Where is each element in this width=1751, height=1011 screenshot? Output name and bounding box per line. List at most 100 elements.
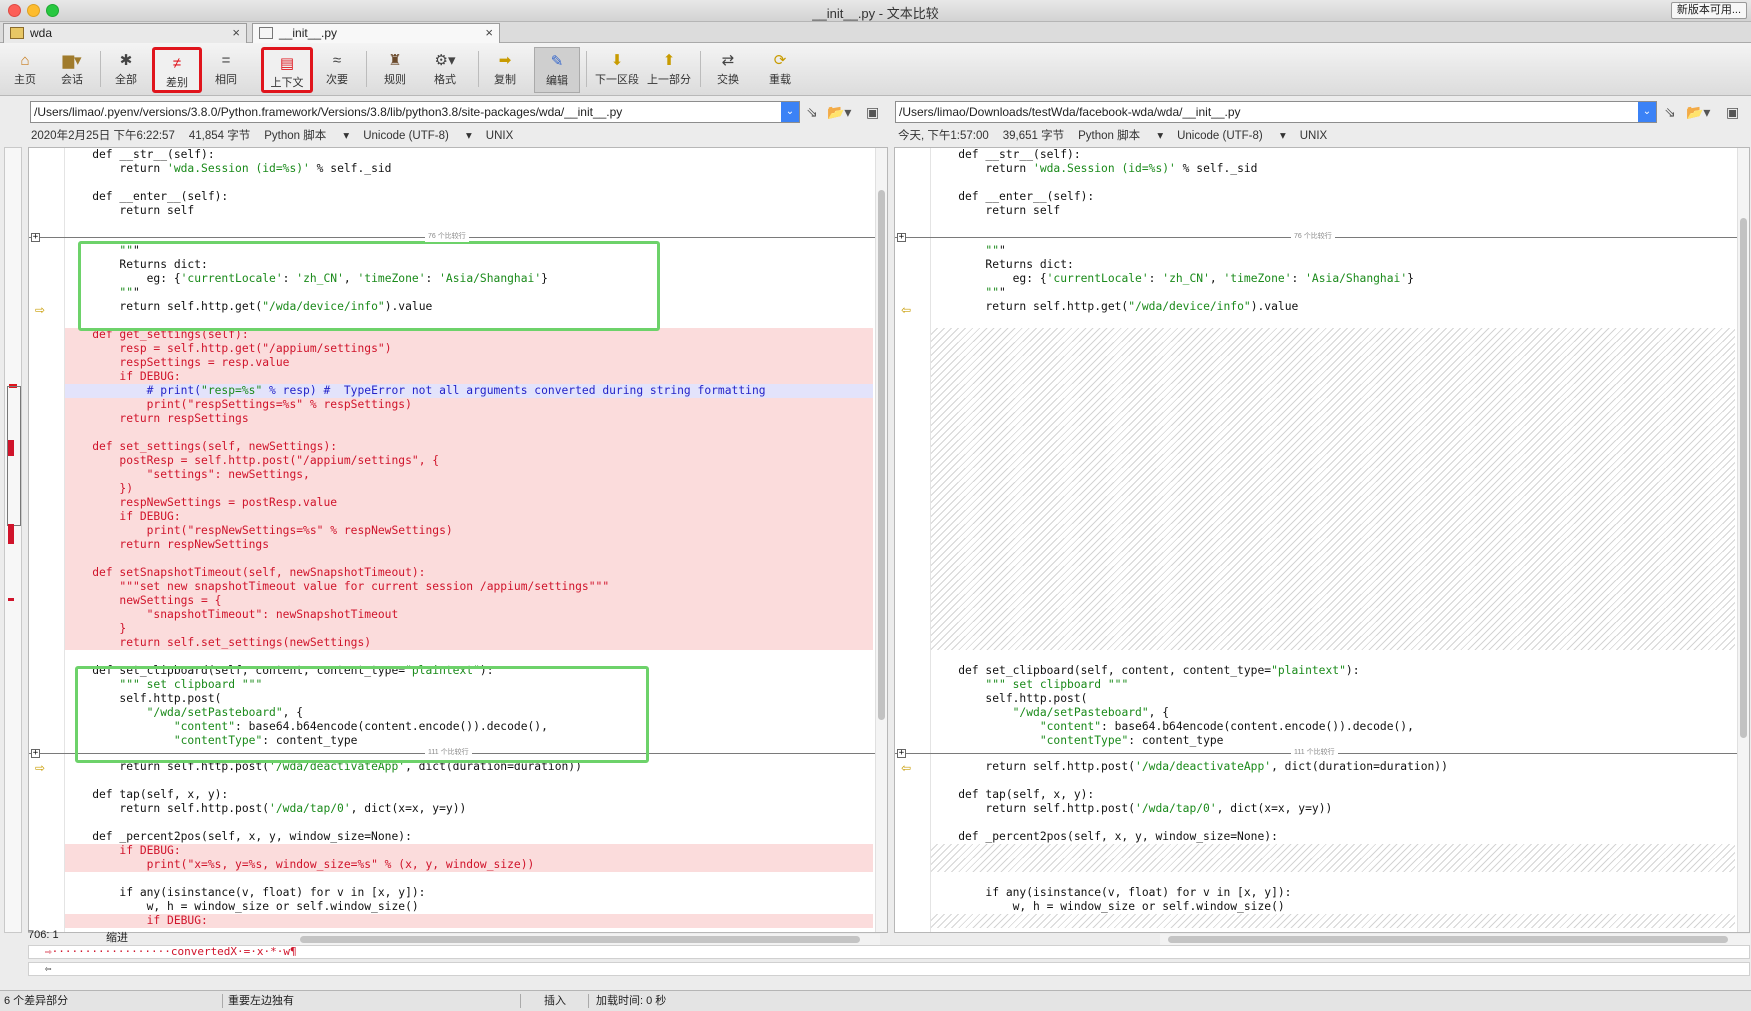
fold-separator[interactable]: +76 个比较行 — [895, 232, 1749, 244]
code-line[interactable]: """ set clipboard """ — [931, 678, 1735, 692]
copy-right-arrow-icon[interactable]: ⇨ — [33, 762, 47, 774]
code-line[interactable]: if DEBUG: — [65, 370, 873, 384]
code-line[interactable] — [931, 454, 1735, 468]
code-line[interactable]: # print("resp=%s" % resp) # TypeError no… — [65, 384, 873, 398]
code-line[interactable] — [931, 398, 1735, 412]
history-icon[interactable]: ⇘ — [806, 104, 818, 121]
code-line[interactable]: newSettings = { — [65, 594, 873, 608]
code-line[interactable] — [931, 218, 1735, 232]
format-button[interactable]: ⚙▾ 格式 — [420, 47, 470, 93]
copy-button[interactable]: ➡ 复制 — [486, 47, 524, 93]
left-horizontal-scrollbar[interactable] — [300, 934, 880, 945]
code-line[interactable] — [931, 440, 1735, 454]
code-line[interactable]: resp = self.http.get("/appium/settings") — [65, 342, 873, 356]
code-line[interactable]: respNewSettings = postResp.value — [65, 496, 873, 510]
language-select[interactable]: Python 脚本 ▾ — [264, 130, 349, 142]
code-line[interactable]: print("respNewSettings=%s" % respNewSett… — [65, 524, 873, 538]
code-line[interactable]: def __str__(self): — [65, 148, 873, 162]
code-line[interactable]: } — [65, 622, 873, 636]
left-path-field[interactable]: /Users/limao/.pyenv/versions/3.8.0/Pytho… — [30, 101, 800, 123]
open-folder-icon[interactable]: 📂▾ — [827, 104, 851, 121]
code-line[interactable] — [931, 356, 1735, 370]
code-line[interactable]: return self.http.post('/wda/deactivateAp… — [931, 760, 1735, 774]
all-button[interactable]: ✱ 全部 — [108, 47, 144, 93]
diff-overview-map[interactable] — [4, 147, 22, 933]
close-icon[interactable]: × — [232, 24, 240, 42]
close-icon[interactable]: × — [485, 24, 493, 42]
encoding-select[interactable]: Unicode (UTF-8) ▾ — [1177, 130, 1286, 142]
code-line[interactable]: eg: {'currentLocale': 'zh_CN', 'timeZone… — [931, 272, 1735, 286]
save-icon[interactable]: ▣ — [866, 104, 879, 121]
code-line[interactable] — [931, 872, 1735, 886]
code-line[interactable] — [931, 468, 1735, 482]
code-line[interactable]: def tap(self, x, y): — [65, 788, 873, 802]
right-horizontal-scrollbar[interactable] — [1160, 934, 1750, 945]
code-line[interactable] — [931, 370, 1735, 384]
indent-mode[interactable]: 缩进 — [106, 929, 128, 945]
code-line[interactable]: return self — [65, 204, 873, 218]
tab-wda[interactable]: wda × — [3, 23, 247, 43]
language-select[interactable]: Python 脚本 ▾ — [1078, 130, 1163, 142]
scroll-thumb[interactable] — [300, 936, 860, 943]
code-line[interactable]: }) — [65, 482, 873, 496]
code-line[interactable]: if any(isinstance(v, float) for v in [x,… — [65, 886, 873, 900]
code-line[interactable]: print("x=%s, y=%s, window_size=%s" % (x,… — [65, 858, 873, 872]
code-line[interactable]: def __enter__(self): — [65, 190, 873, 204]
merge-line-left[interactable]: ⇨··················convertedX·=·x·*·w¶ — [28, 945, 1750, 959]
code-line[interactable] — [931, 384, 1735, 398]
code-line[interactable]: if DEBUG: — [65, 844, 873, 858]
save-icon[interactable]: ▣ — [1726, 104, 1739, 121]
code-line[interactable]: if any(isinstance(v, float) for v in [x,… — [931, 886, 1735, 900]
code-line[interactable] — [931, 844, 1735, 858]
code-line[interactable]: "contentType": content_type — [931, 734, 1735, 748]
code-line[interactable] — [931, 580, 1735, 594]
code-line[interactable] — [65, 552, 873, 566]
merge-line-right[interactable]: ⇦ — [28, 962, 1750, 976]
code-line[interactable]: print("respSettings=%s" % respSettings) — [65, 398, 873, 412]
right-editor-pane[interactable]: def __str__(self): return 'wda.Session (… — [894, 147, 1750, 933]
code-line[interactable]: w, h = window_size or self.window_size() — [65, 900, 873, 914]
code-line[interactable]: "/wda/setPasteboard", { — [931, 706, 1735, 720]
code-line[interactable]: if DEBUG: — [65, 914, 873, 928]
chevron-down-icon[interactable]: ⌄ — [1638, 102, 1656, 122]
chevron-down-icon[interactable]: ⌄ — [781, 102, 799, 122]
code-line[interactable]: w, h = window_size or self.window_size() — [931, 900, 1735, 914]
code-line[interactable] — [931, 426, 1735, 440]
code-line[interactable] — [931, 816, 1735, 830]
same-button[interactable]: = 相同 — [208, 47, 244, 93]
code-line[interactable] — [931, 482, 1735, 496]
code-line[interactable] — [65, 176, 873, 190]
code-line[interactable] — [931, 552, 1735, 566]
code-line[interactable]: return self.http.get("/wda/device/info")… — [931, 300, 1735, 314]
code-line[interactable] — [931, 594, 1735, 608]
open-folder-icon[interactable]: 📂▾ — [1686, 104, 1710, 121]
encoding-select[interactable]: Unicode (UTF-8) ▾ — [363, 130, 472, 142]
code-line[interactable] — [931, 342, 1735, 356]
code-line[interactable]: def set_clipboard(self, content, content… — [931, 664, 1735, 678]
rules-button[interactable]: ♜ 规则 — [376, 47, 414, 93]
edit-button[interactable]: ✎ 编辑 — [534, 47, 580, 93]
code-line[interactable]: def _percent2pos(self, x, y, window_size… — [65, 830, 873, 844]
code-line[interactable]: return self.http.post('/wda/tap/0', dict… — [931, 802, 1735, 816]
code-line[interactable] — [65, 650, 873, 664]
code-line[interactable] — [65, 872, 873, 886]
code-line[interactable] — [931, 524, 1735, 538]
scroll-thumb[interactable] — [1168, 936, 1728, 943]
scroll-thumb[interactable] — [878, 190, 885, 720]
update-available-button[interactable]: 新版本可用... — [1670, 2, 1747, 19]
code-line[interactable] — [931, 566, 1735, 580]
code-line[interactable]: "content": base64.b64encode(content.enco… — [931, 720, 1735, 734]
minor-button[interactable]: ≈ 次要 — [318, 47, 356, 93]
code-line[interactable]: postResp = self.http.post("/appium/setti… — [65, 454, 873, 468]
next-section-button[interactable]: ⬇ 下一区段 — [592, 47, 642, 93]
code-line[interactable]: return respNewSettings — [65, 538, 873, 552]
code-line[interactable] — [931, 858, 1735, 872]
code-line[interactable]: return 'wda.Session (id=%s)' % self._sid — [931, 162, 1735, 176]
session-button[interactable]: ▆▾ 会话 — [52, 47, 92, 93]
left-editor-pane[interactable]: def __str__(self): return 'wda.Session (… — [28, 147, 888, 933]
swap-button[interactable]: ⇄ 交换 — [708, 47, 748, 93]
code-line[interactable] — [931, 510, 1735, 524]
prev-part-button[interactable]: ⬆ 上一部分 — [644, 47, 694, 93]
code-line[interactable]: "snapshotTimeout": newSnapshotTimeout — [65, 608, 873, 622]
code-line[interactable]: """ — [931, 244, 1735, 258]
